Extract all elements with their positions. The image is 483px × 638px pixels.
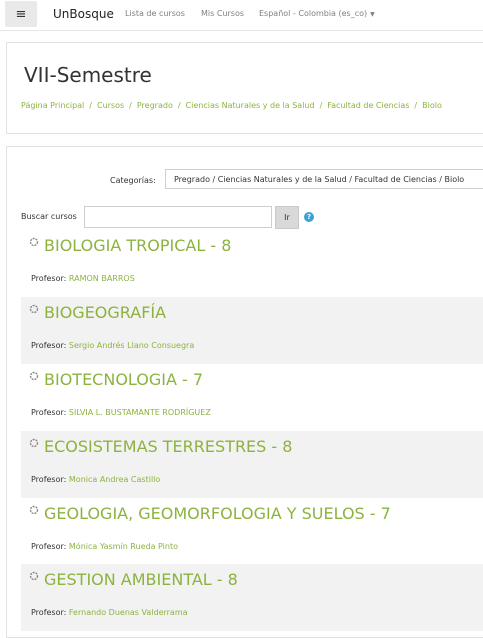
breadcrumb-biologia[interactable]: Biolo bbox=[422, 101, 442, 110]
course-item: ECOSISTEMAS TERRESTRES - 8 Profesor: Mon… bbox=[21, 431, 483, 498]
breadcrumb-courses[interactable]: Cursos bbox=[97, 101, 124, 110]
course-icon bbox=[29, 371, 39, 381]
course-icon bbox=[29, 304, 39, 314]
course-link[interactable]: BIOLOGIA TROPICAL - 8 bbox=[44, 236, 231, 255]
breadcrumb: Página Principal / Cursos / Pregrado / Ciencia… bbox=[21, 101, 442, 110]
course-item: GEOLOGIA, GEOMORFOLOGIA Y SUELOS - 7 Pro… bbox=[21, 498, 483, 565]
breadcrumb-pregrado[interactable]: Pregrado bbox=[137, 101, 173, 110]
nav-link-course-list[interactable]: Lista de cursos bbox=[125, 9, 185, 18]
search-input[interactable] bbox=[84, 206, 272, 228]
course-icon bbox=[29, 571, 39, 581]
hamburger-icon: ≡ bbox=[15, 6, 27, 22]
course-link[interactable]: ECOSISTEMAS TERRESTRES - 8 bbox=[44, 437, 292, 456]
language-menu[interactable]: Español - Colombia (es_co) ▼ bbox=[259, 9, 375, 18]
course-teacher: Profesor: Sergio Andrés Llano Consuegra bbox=[31, 341, 195, 350]
course-category-panel: Categorías: Pregrado / Ciencias Naturale… bbox=[6, 146, 483, 638]
course-link[interactable]: GESTION AMBIENTAL - 8 bbox=[44, 570, 238, 589]
teacher-link[interactable]: Monica Andrea Castillo bbox=[69, 475, 160, 484]
teacher-link[interactable]: Fernando Duenas Valderrama bbox=[69, 608, 188, 617]
course-teacher: Profesor: SILVIA L. BUSTAMANTE RODRÍGUEZ bbox=[31, 408, 211, 417]
site-brand[interactable]: UnBosque bbox=[53, 7, 114, 21]
course-icon bbox=[29, 438, 39, 448]
search-label: Buscar cursos bbox=[21, 212, 77, 221]
page-title: VII-Semestre bbox=[24, 63, 152, 87]
course-teacher: Profesor: Monica Andrea Castillo bbox=[31, 475, 161, 484]
course-item: BIOTECNOLOGIA - 7 Profesor: SILVIA L. BU… bbox=[21, 364, 483, 431]
page-header: VII-Semestre Página Principal / Cursos / Pre… bbox=[6, 42, 483, 134]
teacher-link[interactable]: RAMON BARROS bbox=[69, 274, 135, 283]
nav-link-my-courses[interactable]: Mis Cursos bbox=[201, 9, 244, 18]
teacher-link[interactable]: Sergio Andrés Llano Consuegra bbox=[69, 341, 194, 350]
course-link[interactable]: BIOGEOGRAFÍA bbox=[44, 303, 166, 322]
course-item: BIOGEOGRAFÍA Profesor: Sergio Andrés Lla… bbox=[21, 297, 483, 364]
course-link[interactable]: GEOLOGIA, GEOMORFOLOGIA Y SUELOS - 7 bbox=[44, 504, 391, 523]
course-icon bbox=[29, 505, 39, 515]
breadcrumb-home[interactable]: Página Principal bbox=[21, 101, 84, 110]
course-teacher: Profesor: RAMON BARROS bbox=[31, 274, 135, 283]
top-navbar: ≡ UnBosque Lista de cursos Mis Cursos Es… bbox=[0, 0, 483, 31]
course-teacher: Profesor: Fernando Duenas Valderrama bbox=[31, 608, 188, 617]
course-teacher: Profesor: Mónica Yasmín Rueda Pinto bbox=[31, 542, 178, 551]
question-circle-icon[interactable]: ? bbox=[304, 212, 314, 222]
course-item: GESTION AMBIENTAL - 8 Profesor: Fernando… bbox=[21, 564, 483, 631]
teacher-link[interactable]: Mónica Yasmín Rueda Pinto bbox=[69, 542, 178, 551]
course-item: BIOLOGIA TROPICAL - 8 Profesor: RAMON BA… bbox=[21, 230, 483, 297]
caret-down-icon: ▼ bbox=[370, 11, 375, 18]
course-icon bbox=[29, 237, 39, 247]
hamburger-menu-button[interactable]: ≡ bbox=[5, 1, 37, 27]
language-label: Español - Colombia (es_co) bbox=[259, 9, 368, 18]
category-select[interactable]: Pregrado / Ciencias Naturales y de la Sa… bbox=[165, 169, 483, 189]
search-button[interactable]: Ir bbox=[275, 206, 299, 229]
teacher-link[interactable]: SILVIA L. BUSTAMANTE RODRÍGUEZ bbox=[69, 408, 211, 417]
category-label: Categorías: bbox=[110, 176, 156, 185]
breadcrumb-ciencias-naturales[interactable]: Ciencias Naturales y de la Salud bbox=[186, 101, 315, 110]
course-link[interactable]: BIOTECNOLOGIA - 7 bbox=[44, 370, 203, 389]
breadcrumb-facultad[interactable]: Facultad de Ciencias bbox=[327, 101, 409, 110]
